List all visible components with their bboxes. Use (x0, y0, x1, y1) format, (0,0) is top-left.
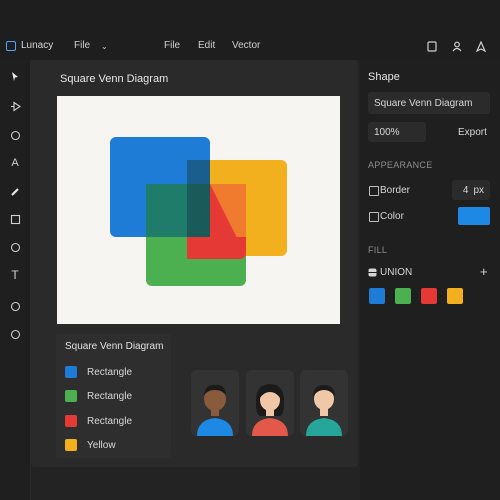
zoom-value: 100% (374, 126, 400, 138)
layer-name-value: Square Venn Diagram (374, 97, 473, 109)
legend-title: Square Venn Diagram (65, 341, 164, 352)
app-logo-icon (6, 40, 16, 51)
chevron-down-icon[interactable]: ⌄ (101, 42, 108, 51)
border-unit: px (473, 184, 484, 196)
avatar[interactable] (246, 370, 294, 436)
legend-panel: Square Venn Diagram Rectangle Rectangle … (56, 334, 171, 458)
file-icon[interactable] (425, 39, 439, 53)
legend-item-label: Yellow (87, 439, 116, 451)
circle-icon[interactable] (5, 324, 25, 344)
text-icon[interactable]: T (5, 265, 25, 285)
border-width-field[interactable]: 4 px (452, 180, 490, 200)
pencil-icon[interactable] (5, 181, 25, 201)
ellipse-icon[interactable] (5, 125, 25, 145)
border-label: Border (380, 185, 411, 196)
user-icon[interactable] (450, 39, 464, 53)
red-swatch (65, 415, 77, 427)
border-checkbox[interactable] (369, 186, 379, 196)
fill-swatch-green[interactable] (395, 288, 411, 304)
union-icon (368, 268, 377, 277)
menu-bar: Lunacy File ⌄ File Edit Vector (0, 34, 500, 60)
border-width-value: 4 (462, 184, 469, 196)
properties-panel: Shape Square Venn Diagram 100% Export AP… (360, 60, 500, 500)
circle-icon[interactable] (5, 296, 25, 316)
app-brand[interactable]: Lunacy (6, 40, 53, 51)
menu-edit[interactable]: Edit (198, 40, 215, 51)
direct-select-icon[interactable] (5, 96, 25, 116)
legend-item[interactable]: Rectangle (65, 390, 132, 402)
pointer-icon[interactable] (5, 66, 25, 86)
zoom-field[interactable]: 100% (368, 122, 426, 142)
blue-green-overlap (146, 184, 187, 237)
yellow-swatch (65, 439, 77, 451)
circle-icon[interactable] (5, 237, 25, 257)
color-swatch-button[interactable] (458, 207, 490, 225)
color-checkbox[interactable] (369, 212, 379, 222)
add-icon[interactable]: + (480, 264, 488, 279)
union-label: UNION (380, 267, 413, 278)
fill-swatch-red[interactable] (421, 288, 437, 304)
appearance-section-label: APPEARANCE (368, 160, 433, 170)
rectangle-icon[interactable] (5, 209, 25, 229)
share-icon[interactable] (474, 39, 488, 53)
canvas-title: Square Venn Diagram (60, 73, 169, 85)
green-swatch (65, 390, 77, 402)
fill-section-label: FILL (368, 245, 388, 255)
left-toolbar: A T (0, 60, 31, 500)
legend-item[interactable]: Rectangle (65, 415, 132, 427)
legend-item[interactable]: Rectangle (65, 366, 132, 378)
artboard[interactable] (57, 96, 340, 324)
triple-overlap (187, 184, 210, 237)
menu-vector[interactable]: Vector (232, 40, 260, 51)
menu-file[interactable]: File (164, 40, 180, 51)
app-name: Lunacy (21, 40, 54, 51)
text-a-icon[interactable]: A (5, 153, 25, 173)
legend-item-label: Rectangle (87, 390, 133, 402)
file-menu[interactable]: File (74, 40, 90, 51)
panel-heading: Shape (368, 71, 400, 83)
layer-name-field[interactable]: Square Venn Diagram (368, 92, 490, 114)
red-lower-region (187, 237, 246, 259)
top-bar: Lunacy File ⌄ File Edit Vector (0, 0, 500, 60)
color-label: Color (380, 211, 404, 222)
legend-item-label: Rectangle (87, 366, 133, 378)
avatar[interactable] (300, 370, 348, 436)
legend-item-label: Rectangle (87, 415, 133, 427)
avatar[interactable] (191, 370, 239, 436)
legend-item[interactable]: Yellow (65, 439, 116, 451)
fill-swatch-blue[interactable] (369, 288, 385, 304)
export-button[interactable]: Export (458, 127, 487, 138)
blue-swatch (65, 366, 77, 378)
fill-swatch-yellow[interactable] (447, 288, 463, 304)
